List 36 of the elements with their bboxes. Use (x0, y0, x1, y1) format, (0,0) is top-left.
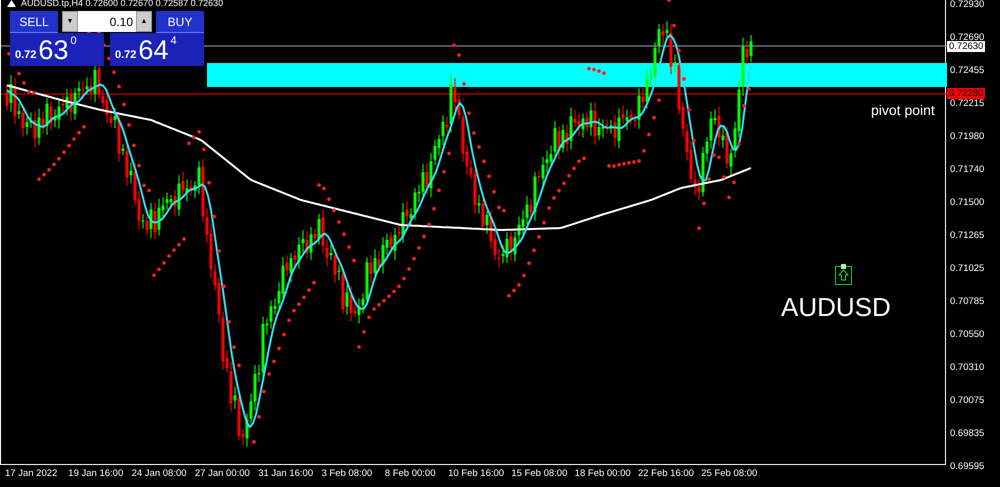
lot-size-field[interactable]: 0.10 (78, 11, 136, 32)
price-tick: 0.72690 (950, 32, 984, 43)
pivot-price-tag: 0.72280 (947, 88, 986, 99)
price-tick: 0.69595 (950, 461, 984, 472)
price-tick: 0.72455 (950, 65, 984, 76)
price-tick: 0.71500 (950, 197, 984, 208)
price-tick: 0.70785 (950, 296, 984, 307)
time-tick: 15 Feb 08:00 (511, 467, 568, 481)
triangle-icon[interactable] (7, 0, 16, 7)
time-tick: 25 Feb 08:00 (701, 467, 758, 481)
sell-button[interactable]: SELL (10, 11, 58, 33)
price-tick: 0.72930 (950, 0, 984, 10)
current-price-tag: 0.72630 (947, 41, 986, 52)
buy-button[interactable]: BUY (156, 11, 204, 33)
symbol-label: AUDUSD (781, 292, 891, 323)
pivot-label: pivot point (871, 102, 935, 118)
time-tick: 8 Feb 00:00 (384, 467, 436, 481)
time-tick: 17 Jan 2022 (5, 467, 58, 481)
time-tick: 18 Feb 00:00 (574, 467, 632, 481)
price-tick: 0.71740 (950, 164, 984, 175)
time-tick: 19 Jan 16:00 (68, 467, 124, 481)
time-tick: 31 Jan 16:00 (258, 467, 314, 481)
time-tick: 24 Jan 08:00 (132, 467, 188, 481)
price-tick: 0.71980 (950, 131, 984, 142)
price-tick: 0.72215 (950, 98, 984, 109)
time-tick: 22 Feb 16:00 (638, 467, 695, 481)
price-tick: 0.71265 (950, 230, 984, 241)
price-tick: 0.71025 (950, 263, 984, 274)
time-tick: 27 Jan 00:00 (194, 467, 251, 481)
price-tick: 0.70310 (950, 362, 984, 373)
time-tick: 3 Feb 08:00 (321, 467, 374, 481)
price-tick: 0.70550 (950, 329, 984, 340)
chart-title: AUDUSD.tp,H4 0.72600 0.72670 0.72587 0.72630 (21, 0, 224, 8)
price-tick: 0.69835 (950, 428, 984, 439)
time-tick: 10 Feb 16:00 (448, 467, 506, 481)
price-tick: 0.70075 (950, 395, 984, 406)
